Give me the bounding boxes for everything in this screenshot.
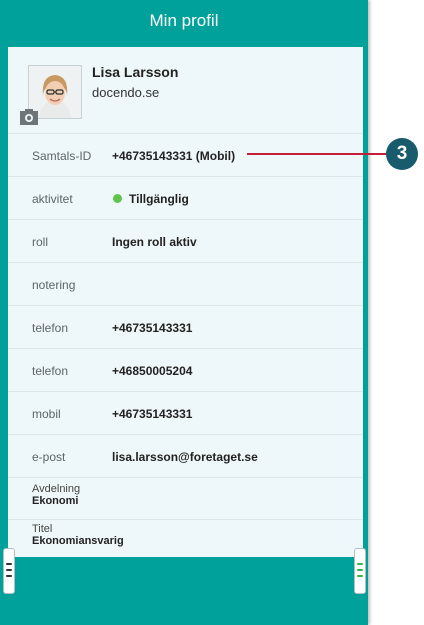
detail-department: Avdelning Ekonomi bbox=[8, 478, 363, 520]
detail-label: Titel bbox=[32, 523, 53, 535]
field-label: Samtals-ID bbox=[32, 149, 92, 163]
detail-label: Avdelning bbox=[32, 483, 81, 495]
field-value: Tillgänglig bbox=[129, 192, 189, 206]
field-label: mobil bbox=[32, 407, 61, 421]
camera-icon[interactable] bbox=[20, 109, 38, 125]
detail-value: Ekonomi bbox=[32, 495, 79, 507]
field-label: telefon bbox=[32, 321, 69, 335]
field-label: aktivitet bbox=[32, 192, 73, 206]
field-row-note[interactable]: notering bbox=[8, 263, 363, 306]
profile-name: Lisa Larsson bbox=[92, 64, 179, 80]
field-row-mobile[interactable]: mobil +46735143331 bbox=[8, 392, 363, 435]
callout-number: 3 bbox=[396, 143, 408, 164]
field-value: +46735143331 bbox=[112, 321, 193, 335]
field-label: roll bbox=[32, 235, 49, 249]
field-value: +46735143331 (Mobil) bbox=[112, 149, 236, 163]
field-row-email[interactable]: e-post lisa.larsson@foretaget.se bbox=[8, 435, 363, 478]
menu-handle-right-icon[interactable] bbox=[354, 548, 366, 594]
header-bar: Min profil bbox=[0, 0, 368, 42]
field-value: +46735143331 bbox=[112, 407, 193, 421]
detail-title: Titel Ekonomiansvarig bbox=[8, 520, 363, 557]
callout-badge: 3 bbox=[386, 138, 418, 170]
menu-handle-left-icon[interactable] bbox=[3, 548, 15, 594]
field-row-role[interactable]: roll Ingen roll aktiv bbox=[8, 220, 363, 263]
callout-line bbox=[247, 153, 389, 155]
page-title: Min profil bbox=[149, 11, 219, 30]
field-label: telefon bbox=[32, 364, 69, 378]
field-row-call-id[interactable]: Samtals-ID +46735143331 (Mobil) bbox=[8, 134, 363, 177]
profile-panel: Lisa Larsson docendo.se Samtals-ID +4673… bbox=[8, 47, 363, 557]
field-value: lisa.larsson@foretaget.se bbox=[112, 450, 258, 464]
profile-organization: docendo.se bbox=[92, 85, 160, 100]
field-value: Ingen roll aktiv bbox=[112, 235, 197, 249]
field-row-phone-1[interactable]: telefon +46735143331 bbox=[8, 306, 363, 349]
field-row-activity[interactable]: aktivitet Tillgänglig bbox=[8, 177, 363, 220]
field-value: +46850005204 bbox=[112, 364, 193, 378]
field-label: e-post bbox=[32, 450, 66, 464]
detail-value: Ekonomiansvarig bbox=[32, 535, 124, 547]
status-dot-icon bbox=[113, 194, 122, 203]
profile-summary: Lisa Larsson docendo.se bbox=[8, 47, 363, 134]
phone-app: Min profil Lisa Larsson docendo.se Samta… bbox=[0, 0, 368, 625]
field-row-phone-2[interactable]: telefon +46850005204 bbox=[8, 349, 363, 392]
field-label: notering bbox=[32, 278, 76, 292]
